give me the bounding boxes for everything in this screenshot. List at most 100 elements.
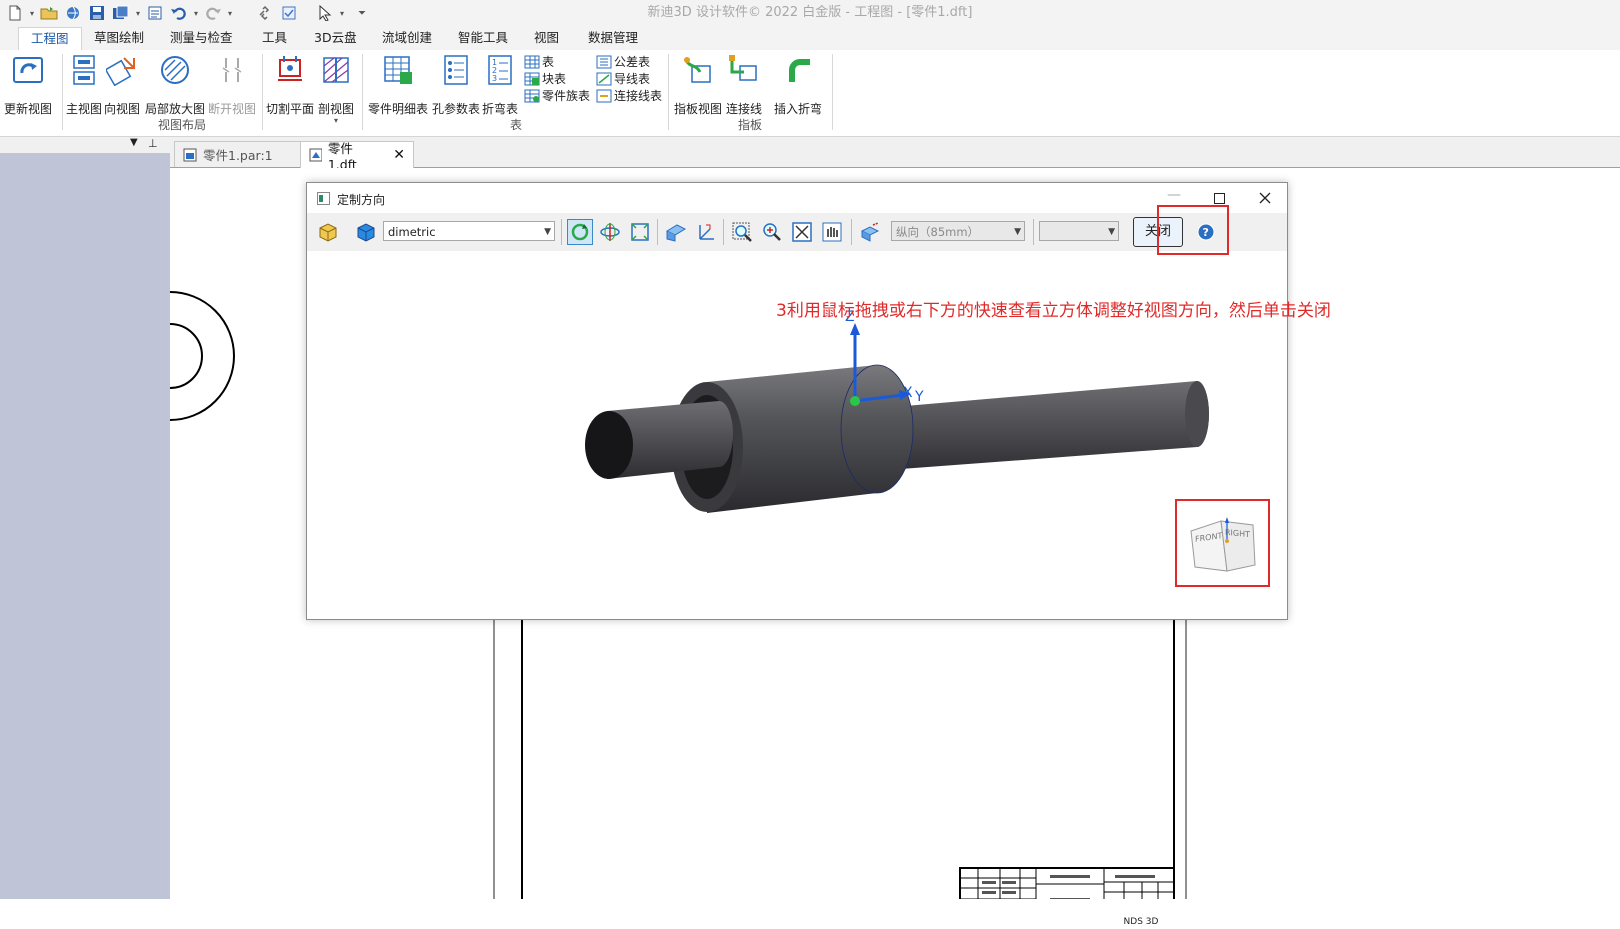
link-icon[interactable] — [254, 3, 276, 23]
view-combo[interactable]: dimetric ▼ — [383, 221, 555, 241]
tab-data-management[interactable]: 数据管理 — [576, 26, 650, 50]
save-view-icon[interactable] — [315, 219, 341, 245]
tab-drawing[interactable]: 工程图 — [18, 27, 82, 52]
tab-smart-tools[interactable]: 智能工具 — [446, 26, 520, 50]
tab-measure[interactable]: 测量与检查 — [158, 26, 245, 50]
tab-sketch[interactable]: 草图绘制 — [82, 26, 156, 50]
tab-view[interactable]: 视图 — [522, 26, 571, 50]
panel-menu-icon[interactable]: ▼ — [130, 137, 138, 148]
maximize-icon[interactable] — [1214, 193, 1225, 204]
sheet-view-icon[interactable] — [857, 219, 883, 245]
close-window-icon[interactable] — [1259, 192, 1271, 204]
tab-3d-cloud[interactable]: 3D云盘 — [302, 26, 369, 50]
doc-tab-drawing[interactable]: 零件1.dft ✕ — [300, 141, 414, 172]
break-view-icon — [215, 52, 249, 88]
part-file-icon — [183, 148, 197, 161]
separator — [668, 54, 669, 130]
save-all-icon[interactable] — [110, 3, 132, 23]
update-view-button[interactable]: 更新视图 — [4, 52, 52, 117]
svg-text:3: 3 — [492, 74, 497, 83]
custom-orientation-dialog: 定制方向 — dimetric ▼ 纵向（85mm） ▼ ▼ 关闭 ? Z X … — [306, 182, 1288, 620]
tab-flow-domain[interactable]: 流域创建 — [370, 26, 444, 50]
close-tab-icon[interactable]: ✕ — [393, 147, 405, 163]
fit-box-icon[interactable] — [627, 219, 653, 245]
chevron-down-icon: ▼ — [1014, 227, 1021, 237]
insert-bend-button[interactable]: 插入折弯 — [774, 52, 822, 117]
main-view-button[interactable]: 主视图 — [66, 52, 102, 117]
separator — [851, 219, 852, 245]
main-view-icon — [67, 52, 101, 88]
block-table-icon — [524, 72, 540, 85]
view-plane-icon[interactable] — [663, 219, 689, 245]
harness-view-button[interactable]: 指板视图 — [674, 52, 722, 117]
block-table-button[interactable]: 块表 — [524, 70, 566, 87]
save-dropdown-icon[interactable]: ▾ — [134, 3, 142, 23]
named-view-icon[interactable] — [353, 219, 379, 245]
separator — [561, 219, 562, 245]
open-folder-icon[interactable] — [38, 3, 60, 23]
redo-dropdown-icon: ▾ — [227, 8, 232, 18]
connection-table-icon — [596, 89, 612, 102]
hole-table-button[interactable]: 孔参数表 — [432, 52, 480, 117]
undo-dropdown-icon[interactable]: ▾ — [192, 3, 200, 23]
section-view-button[interactable]: 剖视图 ▾ — [318, 52, 354, 125]
pan-icon[interactable] — [819, 219, 845, 245]
ribbon: 更新视图 主视图 向视图 局部放大图 断开视图 切割平面 剖视图 ▾ 视图布局 … — [0, 50, 1620, 137]
connect-line-icon — [727, 52, 761, 88]
connect-line-button[interactable]: 连接线 — [726, 52, 762, 117]
group-label-table: 表 — [509, 118, 522, 132]
tolerance-table-button[interactable]: 公差表 — [596, 53, 650, 70]
chevron-down-icon: ▼ — [544, 227, 551, 237]
customize-qat-icon[interactable]: ⏷ — [356, 3, 368, 23]
fit-view-icon[interactable] — [789, 219, 815, 245]
cutting-plane-button[interactable]: 切割平面 — [266, 52, 314, 117]
bend-table-icon: 123 — [483, 52, 517, 88]
drawing-file-icon — [309, 148, 322, 162]
doc-tab-part[interactable]: 零件1.par:1 — [174, 141, 302, 167]
direction-view-button[interactable]: 向视图 — [104, 52, 140, 117]
tab-tools[interactable]: 工具 — [250, 26, 299, 50]
left-panel — [0, 137, 170, 899]
properties-icon[interactable] — [144, 3, 166, 23]
table-icon — [524, 55, 540, 68]
separator — [832, 54, 833, 130]
table-button[interactable]: 表 — [524, 53, 554, 70]
break-view-button: 断开视图 — [208, 52, 256, 117]
pin-icon[interactable]: ⊥ — [148, 137, 158, 150]
web-icon[interactable] — [62, 3, 84, 23]
separator — [1033, 219, 1034, 245]
parts-list-button[interactable]: 零件明细表 — [368, 52, 428, 117]
axis-icon[interactable] — [693, 219, 719, 245]
dialog-title-bar: 定制方向 — — [307, 183, 1287, 213]
hole-table-icon — [439, 52, 473, 88]
zoom-area-icon[interactable] — [729, 219, 755, 245]
rotate-axis-icon[interactable] — [597, 219, 623, 245]
select-arrow-icon[interactable] — [314, 3, 336, 23]
zoom-icon[interactable] — [759, 219, 785, 245]
new-file-icon[interactable] — [4, 3, 26, 23]
insert-bend-icon — [781, 52, 815, 88]
family-table-icon — [524, 89, 540, 102]
bend-table-button[interactable]: 123 折弯表 — [482, 52, 518, 117]
highlight-close-button — [1157, 205, 1229, 255]
axis-x-label: X — [903, 385, 913, 401]
dialog-toolbar: dimetric ▼ 纵向（85mm） ▼ ▼ 关闭 ? — [307, 213, 1287, 251]
instruction-annotation: 3利用鼠标拖拽或右下方的快速查看立方体调整好视图方向，然后单击关闭 — [776, 301, 1331, 321]
undo-icon[interactable] — [168, 3, 190, 23]
check-icon[interactable] — [278, 3, 300, 23]
separator — [362, 54, 363, 130]
save-icon[interactable] — [86, 3, 108, 23]
detail-view-button[interactable]: 局部放大图 — [145, 52, 205, 117]
rotate-icon[interactable] — [567, 219, 593, 245]
connection-table-button[interactable]: 连接线表 — [596, 87, 662, 104]
parts-list-icon — [381, 52, 415, 88]
document-tab-bar: 零件1.par:1 零件1.dft ✕ — [170, 137, 1620, 172]
axis-y-label: Y — [915, 389, 924, 405]
update-view-icon — [11, 52, 45, 88]
new-file-dropdown-icon[interactable]: ▾ — [28, 3, 36, 23]
title-bar: 新迪3D 设计软件© 2022 白金版 - 工程图 - [零件1.dft] ▾ … — [0, 0, 1620, 26]
section-view-icon — [319, 52, 353, 88]
select-dropdown-icon[interactable]: ▾ — [338, 3, 346, 23]
family-table-button[interactable]: 零件族表 — [524, 87, 590, 104]
wire-table-button[interactable]: 导线表 — [596, 70, 650, 87]
